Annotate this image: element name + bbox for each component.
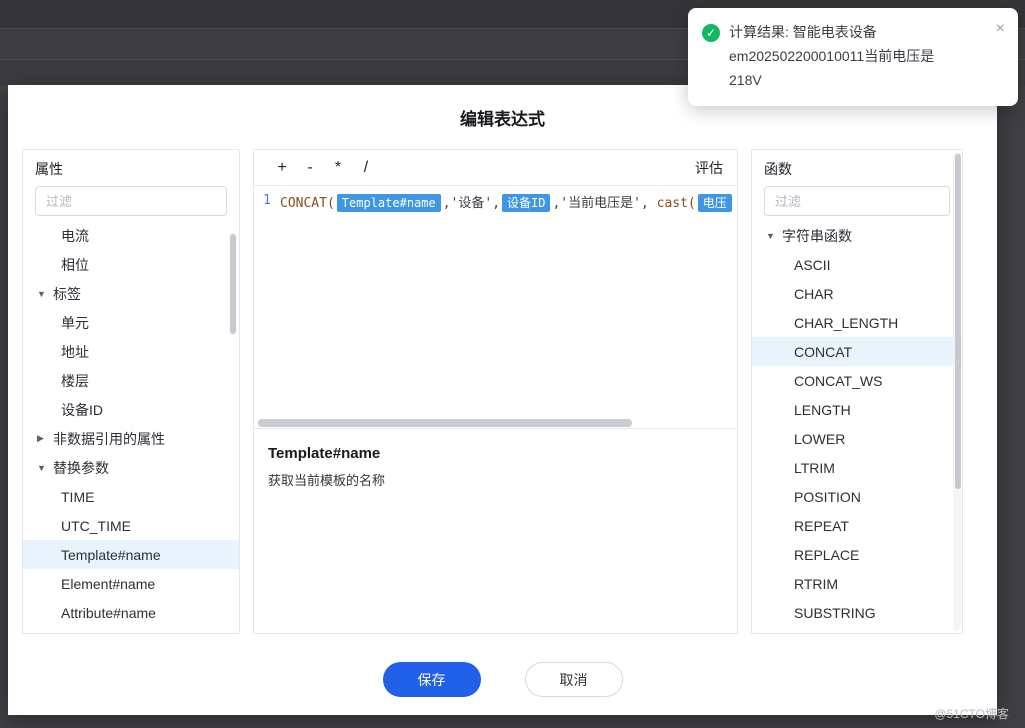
function-item[interactable]: POSITION [752,482,962,511]
property-item-label: 地址 [61,342,89,362]
selected-item-detail: Template#name 获取当前模板的名称 [254,428,737,633]
plus-operator-button[interactable]: + [268,154,296,182]
editor-horizontal-scrollbar[interactable] [256,418,735,428]
functions-panel: 函数 ▼字符串函数 ASCII CHAR CHAR_LENGTH CONCAT … [751,149,963,634]
code-token-function: cast( [657,196,696,211]
calculation-result-toast: ✓ 计算结果: 智能电表设备 em202502200010011当前电压是 21… [688,8,1018,106]
property-item-template-name[interactable]: Template#name [23,540,239,569]
function-item[interactable]: REPEAT [752,511,962,540]
property-item-label: Template#name [61,547,161,563]
property-item-label: Attribute#name [61,605,156,621]
function-item[interactable]: CONCAT_WS [752,366,962,395]
editor-toolbar: + - * / 评估 [254,150,737,186]
property-item-label: 单元 [61,313,89,333]
chevron-down-icon: ▼ [766,231,782,241]
line-number: 1 [263,193,271,208]
functions-tree: ▼字符串函数 ASCII CHAR CHAR_LENGTH CONCAT CON… [752,221,962,627]
minus-operator-button[interactable]: - [296,154,324,182]
toast-line: em202502200010011当前电压是 [729,44,934,68]
property-item-label: TIME [61,489,94,505]
watermark: @51CTO博客 [934,705,1009,722]
property-item[interactable]: 电流 [23,221,239,250]
evaluate-button[interactable]: 评估 [695,158,723,178]
function-group-string[interactable]: ▼字符串函数 [752,221,962,250]
property-item[interactable]: 相位 [23,250,239,279]
function-item-concat[interactable]: CONCAT [752,337,962,366]
property-item[interactable]: 设备ID [23,395,239,424]
toast-line: 计算结果: 智能电表设备 [729,20,934,44]
property-group-replace-params[interactable]: ▼替换参数 [23,453,239,482]
property-item-label: 非数据引用的属性 [53,429,165,449]
property-item-label: UTC_TIME [61,518,131,534]
properties-filter-input[interactable] [35,186,227,216]
dialog-body: 属性 电流 相位 ▼标签 单元 地址 楼层 设备ID ▶非数据引用的属性 ▼替换… [8,149,997,634]
property-item[interactable]: Attribute#name [23,598,239,627]
properties-scrollbar-thumb[interactable] [230,234,236,334]
editor-horizontal-scrollbar-thumb[interactable] [258,419,632,427]
detail-name: Template#name [268,445,723,462]
line-number-gutter: 1 [254,186,280,418]
property-item[interactable]: 地址 [23,337,239,366]
chevron-down-icon: ▼ [37,463,53,473]
function-item[interactable]: CHAR_LENGTH [752,308,962,337]
property-item-label: 楼层 [61,371,89,391]
property-item-label: 电流 [61,226,89,246]
multiply-operator-button[interactable]: * [324,154,352,182]
dialog-footer: 保存 取消 [8,662,997,697]
functions-panel-title: 函数 [764,158,950,180]
close-icon[interactable]: × [996,21,1005,37]
function-item[interactable]: LTRIM [752,453,962,482]
functions-filter-input[interactable] [764,186,950,216]
property-item[interactable]: UTC_TIME [23,511,239,540]
detail-description: 获取当前模板的名称 [268,470,723,489]
property-item-label: 替换参数 [53,458,109,478]
property-item-label: 相位 [61,255,89,275]
function-item[interactable]: SUBSTRING [752,598,962,627]
success-check-icon: ✓ [702,24,720,42]
properties-panel: 属性 电流 相位 ▼标签 单元 地址 楼层 设备ID ▶非数据引用的属性 ▼替换… [22,149,240,634]
toast-line: 218V [729,68,934,92]
property-item[interactable]: TIME [23,482,239,511]
function-item[interactable]: LOWER [752,424,962,453]
property-item[interactable]: Element#name [23,569,239,598]
code-token-function: CONCAT( [280,196,335,211]
functions-scrollbar-thumb[interactable] [955,154,961,489]
properties-panel-title: 属性 [35,158,227,180]
expression-code-editor[interactable]: 1 CONCAT(Template#name,'设备',设备ID,'当前电压是'… [254,186,737,418]
property-group-tags[interactable]: ▼标签 [23,279,239,308]
variable-chip-device-id[interactable]: 设备ID [502,194,550,212]
expression-line: CONCAT(Template#name,'设备',设备ID,'当前电压是', … [280,186,734,418]
property-item-label: Element#name [61,576,155,592]
divide-operator-button[interactable]: / [352,154,380,182]
cancel-button[interactable]: 取消 [525,662,623,697]
function-item[interactable]: CHAR [752,279,962,308]
toast-message: 计算结果: 智能电表设备 em202502200010011当前电压是 218V [729,20,934,92]
property-item[interactable]: 单元 [23,308,239,337]
chevron-right-icon: ▶ [37,433,53,444]
function-item[interactable]: LENGTH [752,395,962,424]
variable-chip-template-name[interactable]: Template#name [337,194,441,212]
chevron-down-icon: ▼ [37,289,53,299]
function-group-label: 字符串函数 [782,226,852,246]
property-group-non-data[interactable]: ▶非数据引用的属性 [23,424,239,453]
property-item[interactable]: 楼层 [23,366,239,395]
property-item-label: 标签 [53,284,81,304]
code-token-text: ,'当前电压是', [552,196,656,211]
function-item[interactable]: REPLACE [752,540,962,569]
save-button[interactable]: 保存 [383,662,481,697]
function-item[interactable]: RTRIM [752,569,962,598]
expression-editor-panel: + - * / 评估 1 CONCAT(Template#name,'设备',设… [253,149,738,634]
edit-expression-dialog: 编辑表达式 属性 电流 相位 ▼标签 单元 地址 楼层 设备ID ▶非数据引用的… [8,85,997,715]
variable-chip-voltage[interactable]: 电压 [698,194,732,212]
code-token-text: ,'设备', [443,196,500,211]
function-item[interactable]: ASCII [752,250,962,279]
property-item-label: 设备ID [61,400,103,420]
properties-tree: 电流 相位 ▼标签 单元 地址 楼层 设备ID ▶非数据引用的属性 ▼替换参数 … [23,221,239,627]
